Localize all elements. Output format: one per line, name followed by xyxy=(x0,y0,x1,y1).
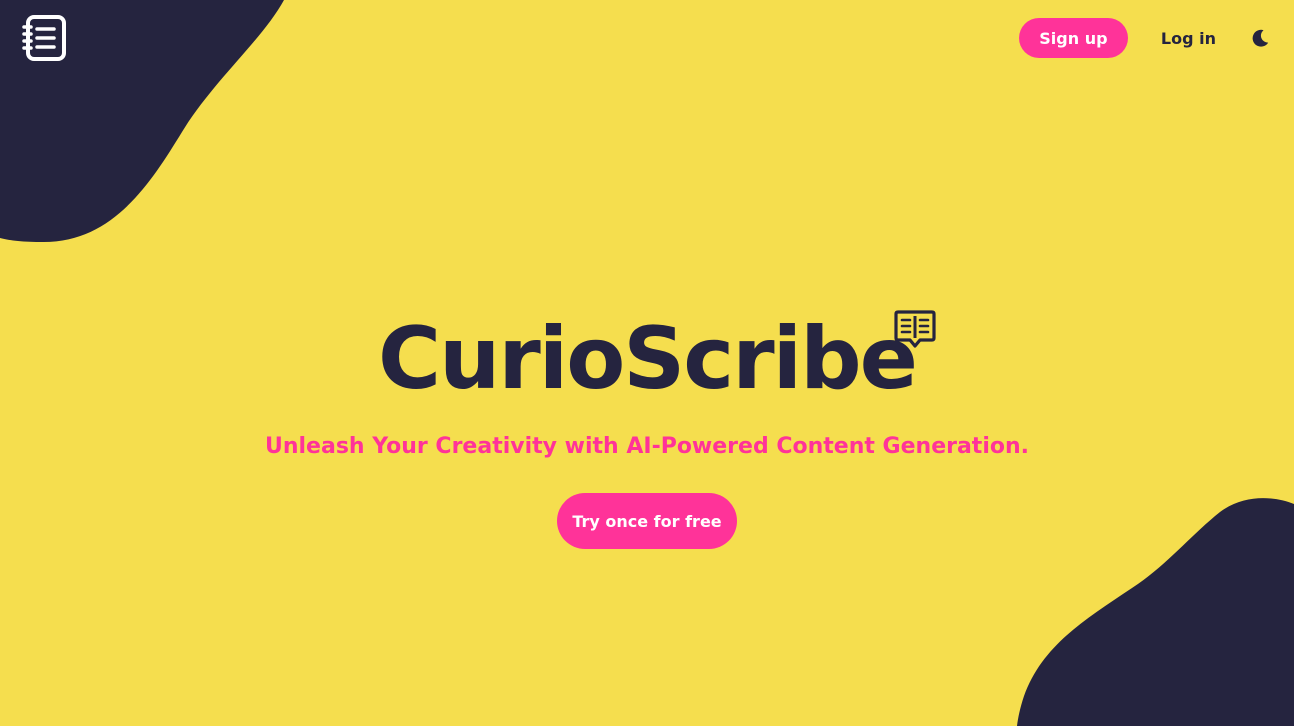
login-link[interactable]: Log in xyxy=(1161,29,1216,48)
tagline: Unleash Your Creativity with AI-Powered … xyxy=(264,434,1030,459)
top-nav: Sign up Log in xyxy=(1018,18,1272,58)
try-free-button[interactable]: Try once for free xyxy=(557,493,737,549)
notebook-icon xyxy=(22,15,66,61)
open-book-icon xyxy=(894,310,936,348)
signup-button[interactable]: Sign up xyxy=(1018,18,1128,58)
hero-section: CurioScribe Unleash Your Creativity with… xyxy=(0,300,1294,549)
brand-title: CurioScribe xyxy=(377,309,918,409)
brand-title-wrap: CurioScribe xyxy=(377,300,936,418)
logo[interactable] xyxy=(22,14,68,62)
moon-icon xyxy=(1252,29,1269,47)
theme-toggle-button[interactable] xyxy=(1248,26,1272,50)
